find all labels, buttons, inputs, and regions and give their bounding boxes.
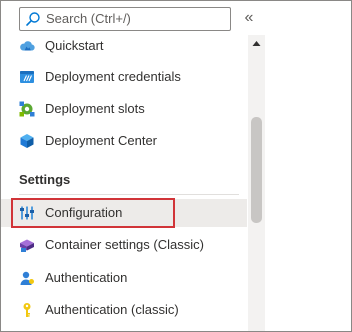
menu-item-label: Container settings (Classic) — [45, 237, 204, 252]
menu-item-label: Deployment credentials — [45, 69, 181, 84]
quickstart-cloud-icon — [20, 41, 35, 51]
search-input[interactable]: Search (Ctrl+/) — [46, 11, 131, 27]
search-box[interactable]: Search (Ctrl+/) — [19, 7, 231, 31]
configuration-sliders-icon — [20, 206, 34, 220]
menu-item-deployment-center[interactable]: Deployment Center — [1, 127, 247, 155]
menu-item-label: Configuration — [45, 205, 123, 220]
menu-item-authentication[interactable]: Authentication — [1, 264, 247, 292]
menu-item-label: Deployment slots — [45, 101, 145, 116]
container-settings-icon — [20, 239, 34, 252]
search-icon — [26, 12, 40, 26]
menu-item-label: Authentication (classic) — [45, 302, 179, 317]
authentication-key-icon — [23, 303, 31, 317]
scroll-up-arrow-icon[interactable] — [248, 39, 265, 49]
scrollbar-thumb[interactable] — [251, 117, 262, 223]
menu-item-label: Deployment Center — [45, 133, 157, 148]
menu-item-container-settings-classic[interactable]: Container settings (Classic) — [1, 231, 247, 259]
deployment-slots-icon — [19, 101, 35, 117]
authentication-person-icon — [20, 271, 34, 285]
deployment-center-cube-icon — [20, 134, 34, 148]
resource-menu-panel: Search (Ctrl+/) « Quickstart Deployment … — [0, 0, 352, 332]
section-divider — [19, 194, 239, 195]
menu-item-configuration[interactable]: Configuration — [1, 199, 247, 227]
collapse-menu-button[interactable]: « — [240, 7, 258, 29]
menu-item-authentication-classic[interactable]: Authentication (classic) — [1, 296, 247, 324]
deployment-credentials-icon — [20, 71, 34, 83]
menu-item-quickstart[interactable]: Quickstart — [1, 32, 247, 60]
section-header-settings: Settings — [19, 172, 71, 187]
menu-scrollbar[interactable] — [248, 35, 265, 331]
menu-item-deployment-credentials[interactable]: Deployment credentials — [1, 63, 247, 91]
menu-item-deployment-slots[interactable]: Deployment slots — [1, 95, 247, 123]
menu-item-label: Quickstart — [45, 38, 104, 53]
menu-item-label: Authentication — [45, 270, 128, 285]
